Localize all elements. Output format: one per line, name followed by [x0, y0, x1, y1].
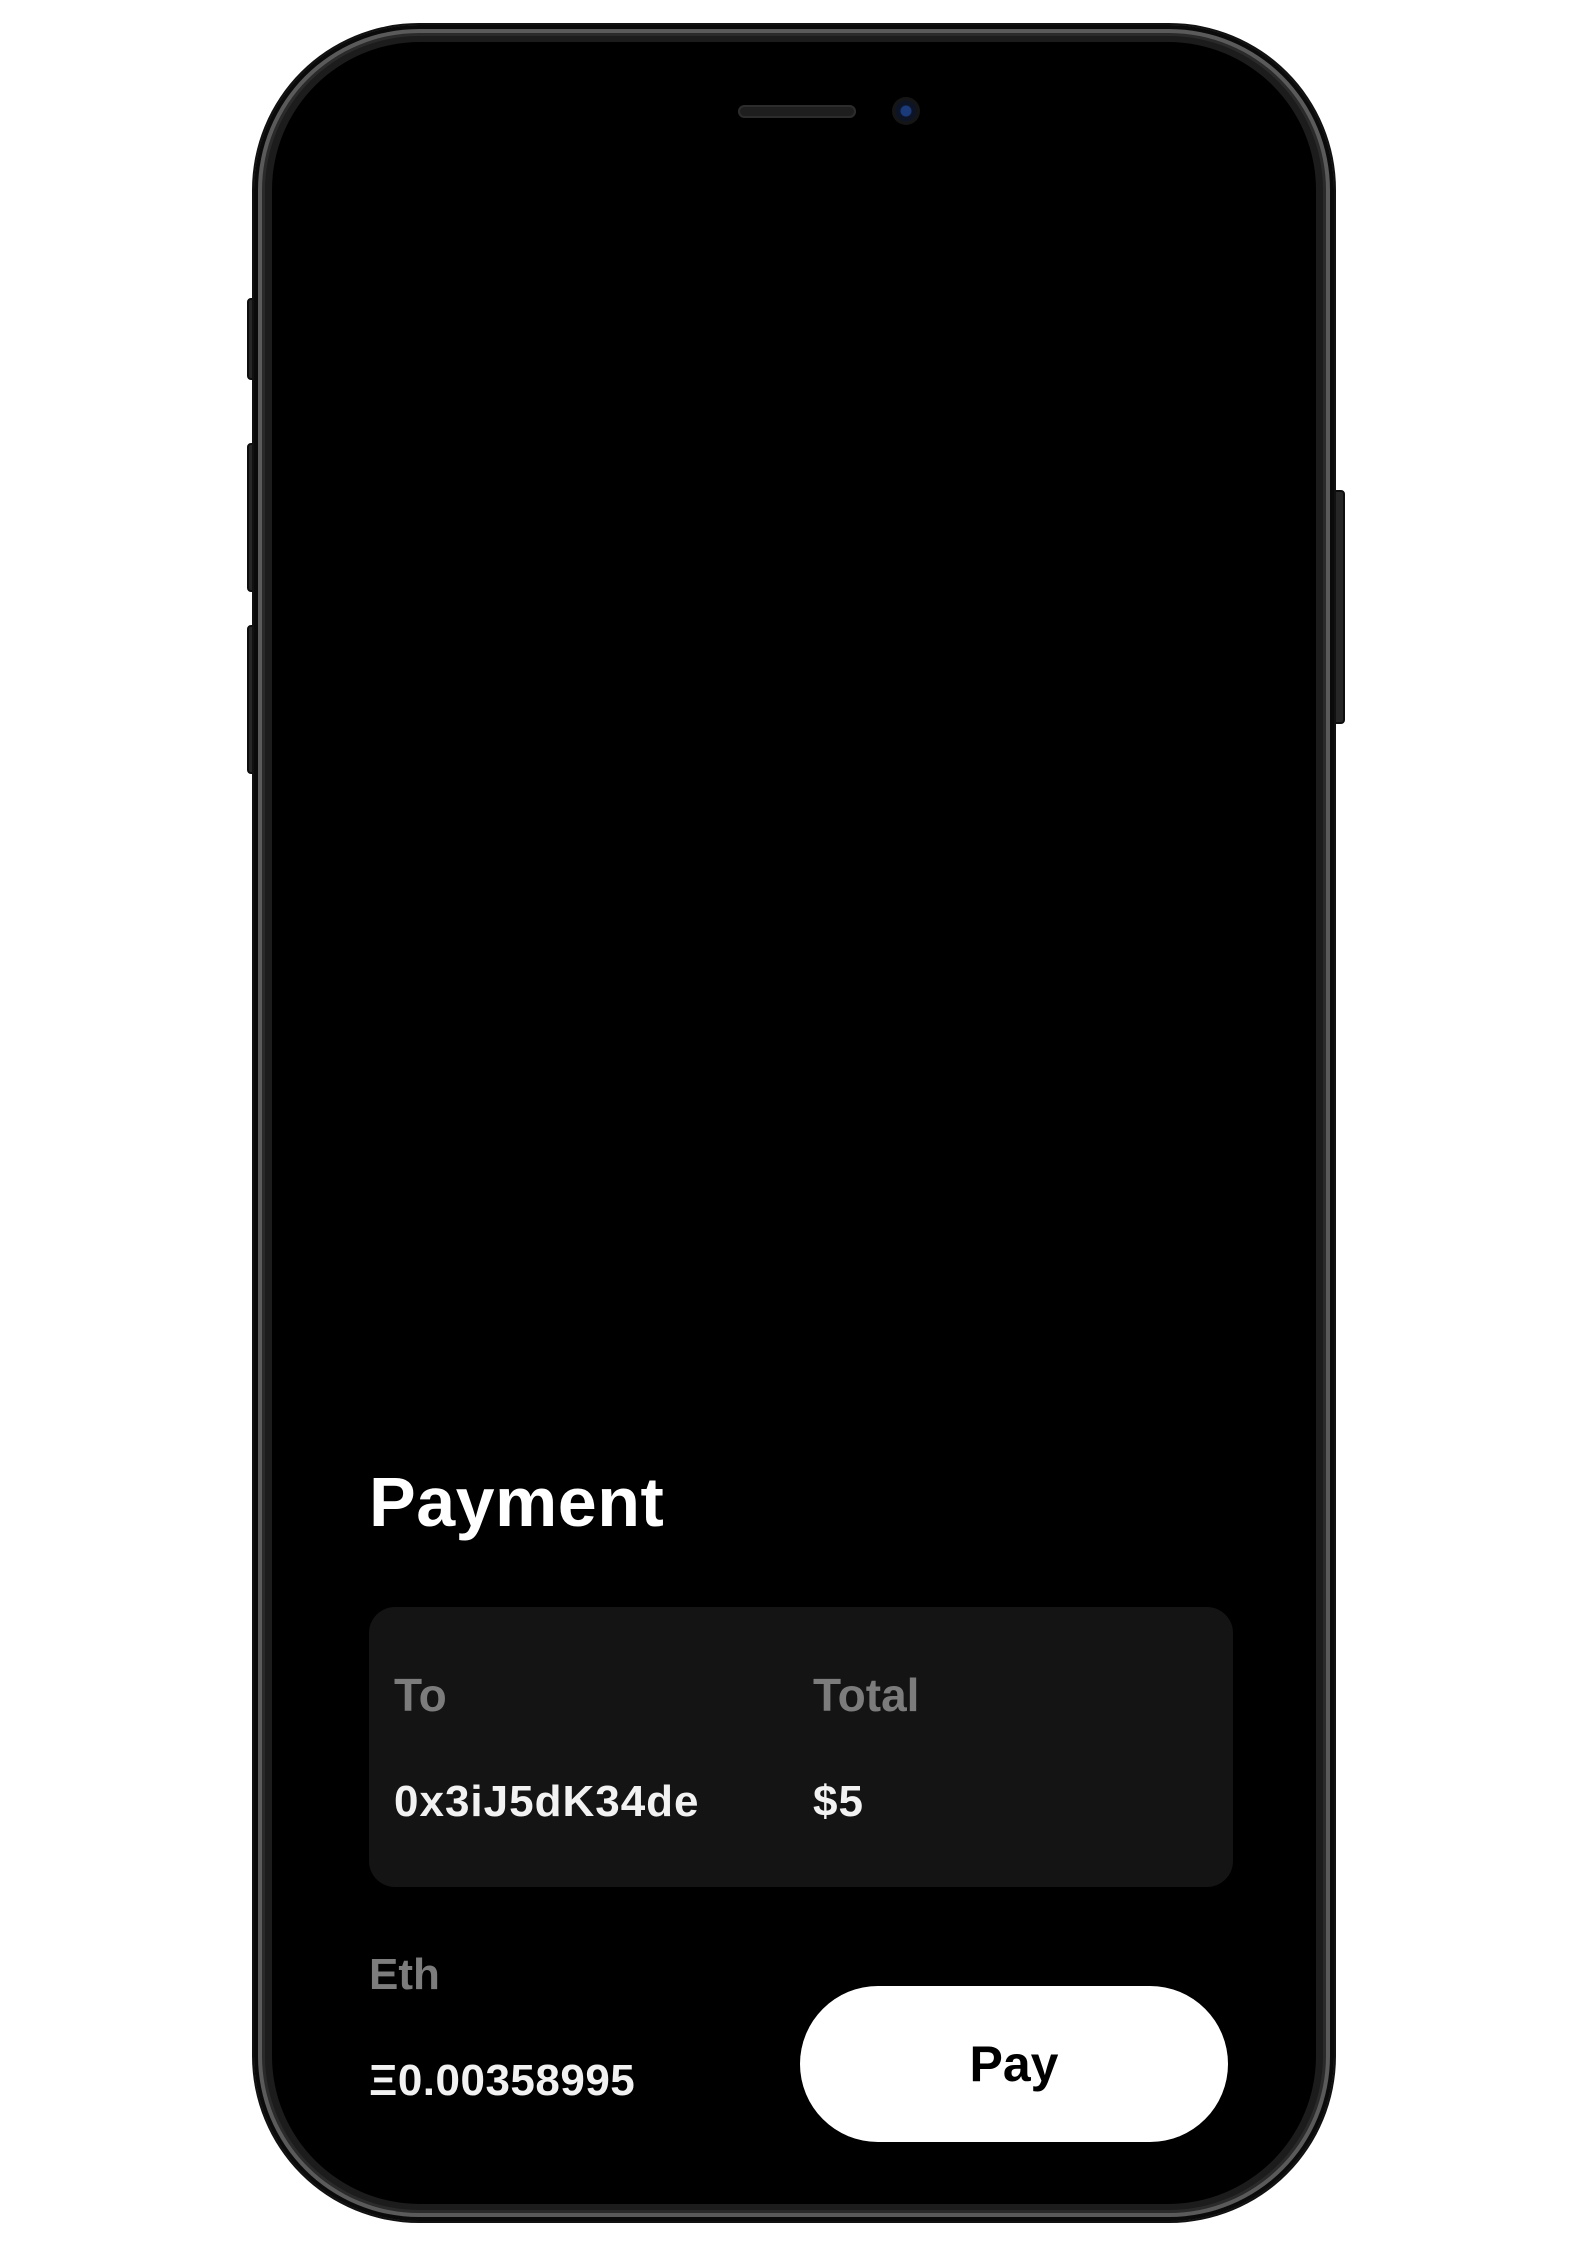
phone-screen: Payment To Total 0x3iJ5dK34de $5 Eth Ξ0.… — [272, 42, 1316, 2204]
earpiece-speaker — [738, 105, 856, 118]
payment-details-card: To Total 0x3iJ5dK34de $5 — [369, 1607, 1233, 1887]
eth-amount: Ξ0.00358995 — [369, 2056, 636, 2105]
eth-label: Eth — [369, 1950, 440, 1999]
recipient-label: To — [394, 1669, 447, 1721]
front-camera-icon — [892, 97, 920, 125]
total-label: Total — [813, 1669, 920, 1721]
page-title: Payment — [369, 1463, 665, 1541]
recipient-address: 0x3iJ5dK34de — [394, 1777, 700, 1826]
device-stage: Payment To Total 0x3iJ5dK34de $5 Eth Ξ0.… — [0, 0, 1587, 2245]
total-amount: $5 — [813, 1777, 864, 1826]
pay-button[interactable]: Pay — [800, 1986, 1228, 2142]
